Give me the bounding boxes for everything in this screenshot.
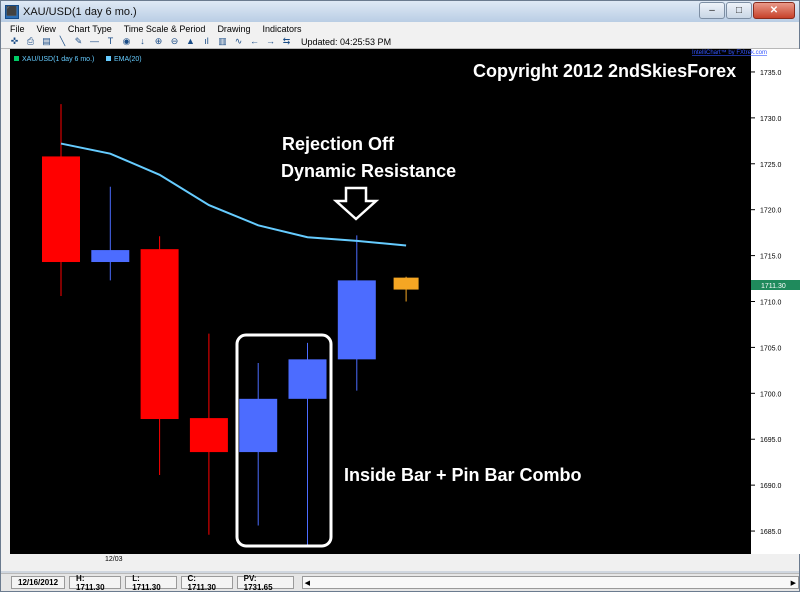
- date-axis: 12/03: [10, 554, 751, 569]
- price-tick-label: 1685.0: [760, 529, 782, 536]
- crosshair-icon[interactable]: ✜: [9, 36, 20, 47]
- chart-window: ⬛ XAU/USD(1 day 6 mo.) – □ ✕ File View C…: [0, 0, 800, 592]
- menu-bar: File View Chart Type Time Scale & Period…: [1, 22, 799, 35]
- link-icon[interactable]: ⇆: [281, 36, 292, 47]
- price-tick-label: 1705.0: [760, 345, 782, 352]
- copyright-text: Copyright 2012 2ndSkiesForex: [473, 61, 736, 81]
- right-icon[interactable]: →: [265, 36, 276, 47]
- status-high: H: 1711.30: [69, 574, 122, 592]
- date-label: 12/03: [105, 556, 123, 563]
- line-icon[interactable]: ╲: [57, 36, 68, 47]
- save-icon[interactable]: ▤: [41, 36, 52, 47]
- status-close: C: 1711.30: [180, 574, 233, 592]
- scroll-left-icon[interactable]: ◀: [305, 579, 310, 587]
- text-icon[interactable]: T: [105, 36, 116, 47]
- legend-ema: EMA(20): [114, 56, 142, 63]
- candle-body: [140, 249, 179, 420]
- legend-symbol: XAU/USD(1 day 6 mo.): [22, 56, 94, 63]
- menu-view[interactable]: View: [37, 24, 56, 34]
- menu-file[interactable]: File: [10, 24, 25, 34]
- indicator-icon[interactable]: ∿: [233, 36, 244, 47]
- window-controls: – □ ✕: [699, 2, 795, 19]
- status-date: 12/16/2012: [11, 576, 66, 589]
- toolbar: ✜ ⎙ ▤ ╲ ✎ — T ◉ ↓ ⊕ ⊖ ▲ ıl ▥ ∿ ← → ⇆ Updated: 04:25:53 PM: [1, 35, 799, 49]
- updated-timestamp: Updated: 04:25:53 PM: [301, 36, 392, 47]
- price-tick-label: 1735.0: [760, 70, 782, 77]
- last-price-label: 1711.30: [761, 283, 786, 290]
- price-tick-label: 1710.0: [760, 300, 782, 307]
- price-tick-label: 1700.0: [760, 391, 782, 398]
- price-tick-label: 1695.0: [760, 437, 782, 444]
- minimize-button[interactable]: –: [699, 2, 725, 19]
- zoom-out-icon[interactable]: ⊖: [169, 36, 180, 47]
- status-pv: PV: 1731.65: [236, 574, 294, 592]
- candle-body: [393, 277, 419, 290]
- candle-body: [42, 156, 80, 263]
- price-tick-label: 1730.0: [760, 116, 782, 123]
- candle-body: [189, 418, 228, 453]
- menu-drawing[interactable]: Drawing: [217, 24, 250, 34]
- zoom-in-icon[interactable]: ⊕: [153, 36, 164, 47]
- toolbar-icons: ✜ ⎙ ▤ ╲ ✎ — T ◉ ↓ ⊕ ⊖ ▲ ıl ▥ ∿ ← → ⇆: [9, 36, 292, 47]
- intellichart-watermark[interactable]: IntelliChart™ by FXtrek.com: [692, 49, 767, 56]
- candle-body: [239, 398, 278, 453]
- window-title: XAU/USD(1 day 6 mo.): [23, 5, 137, 18]
- hline-icon[interactable]: —: [89, 36, 100, 47]
- price-tick-label: 1715.0: [760, 254, 782, 261]
- chart-area[interactable]: 1685.0 1690.0 1695.0 1700.0 1705.0 1710.0 1715…: [1, 49, 800, 571]
- rejection-text-line1: Rejection Off: [282, 134, 395, 154]
- menu-indicators[interactable]: Indicators: [262, 24, 301, 34]
- scroll-right-icon[interactable]: ▶: [791, 579, 796, 587]
- legend-symbol-swatch: [14, 56, 19, 61]
- status-low: L: 1711.30: [125, 574, 177, 592]
- price-tick-label: 1720.0: [760, 208, 782, 215]
- price-tick-label: 1725.0: [760, 162, 782, 169]
- rejection-text-line2: Dynamic Resistance: [281, 161, 456, 181]
- price-tick-label: 1690.0: [760, 483, 782, 490]
- printer-icon[interactable]: ⎙: [25, 36, 36, 47]
- menu-chart-type[interactable]: Chart Type: [68, 24, 112, 34]
- candle-body: [91, 250, 130, 263]
- candle-body: [337, 280, 376, 360]
- close-button[interactable]: ✕: [753, 2, 795, 19]
- candle-body: [288, 359, 327, 399]
- menu-time-scale[interactable]: Time Scale & Period: [124, 24, 206, 34]
- price-chart[interactable]: 1685.0 1690.0 1695.0 1700.0 1705.0 1710.0 1715…: [10, 49, 800, 554]
- arrow-down-icon[interactable]: ↓: [137, 36, 148, 47]
- title-bar: ⬛ XAU/USD(1 day 6 mo.) – □ ✕: [1, 1, 799, 22]
- bars-icon[interactable]: ıl: [201, 36, 212, 47]
- app-icon: ⬛: [5, 4, 19, 19]
- pen-icon[interactable]: ✎: [73, 36, 84, 47]
- circle-icon[interactable]: ◉: [121, 36, 132, 47]
- status-bar: 12/16/2012 H: 1711.30 L: 1711.30 C: 1711…: [1, 573, 799, 592]
- left-icon[interactable]: ←: [249, 36, 260, 47]
- maximize-button[interactable]: □: [726, 2, 752, 19]
- horizontal-scrollbar[interactable]: ◀ ▶: [301, 576, 799, 589]
- legend-ema-swatch: [106, 56, 111, 61]
- candle-icon[interactable]: ▥: [217, 36, 228, 47]
- chart-icon[interactable]: ▲: [185, 36, 196, 47]
- combo-text: Inside Bar + Pin Bar Combo: [344, 465, 582, 485]
